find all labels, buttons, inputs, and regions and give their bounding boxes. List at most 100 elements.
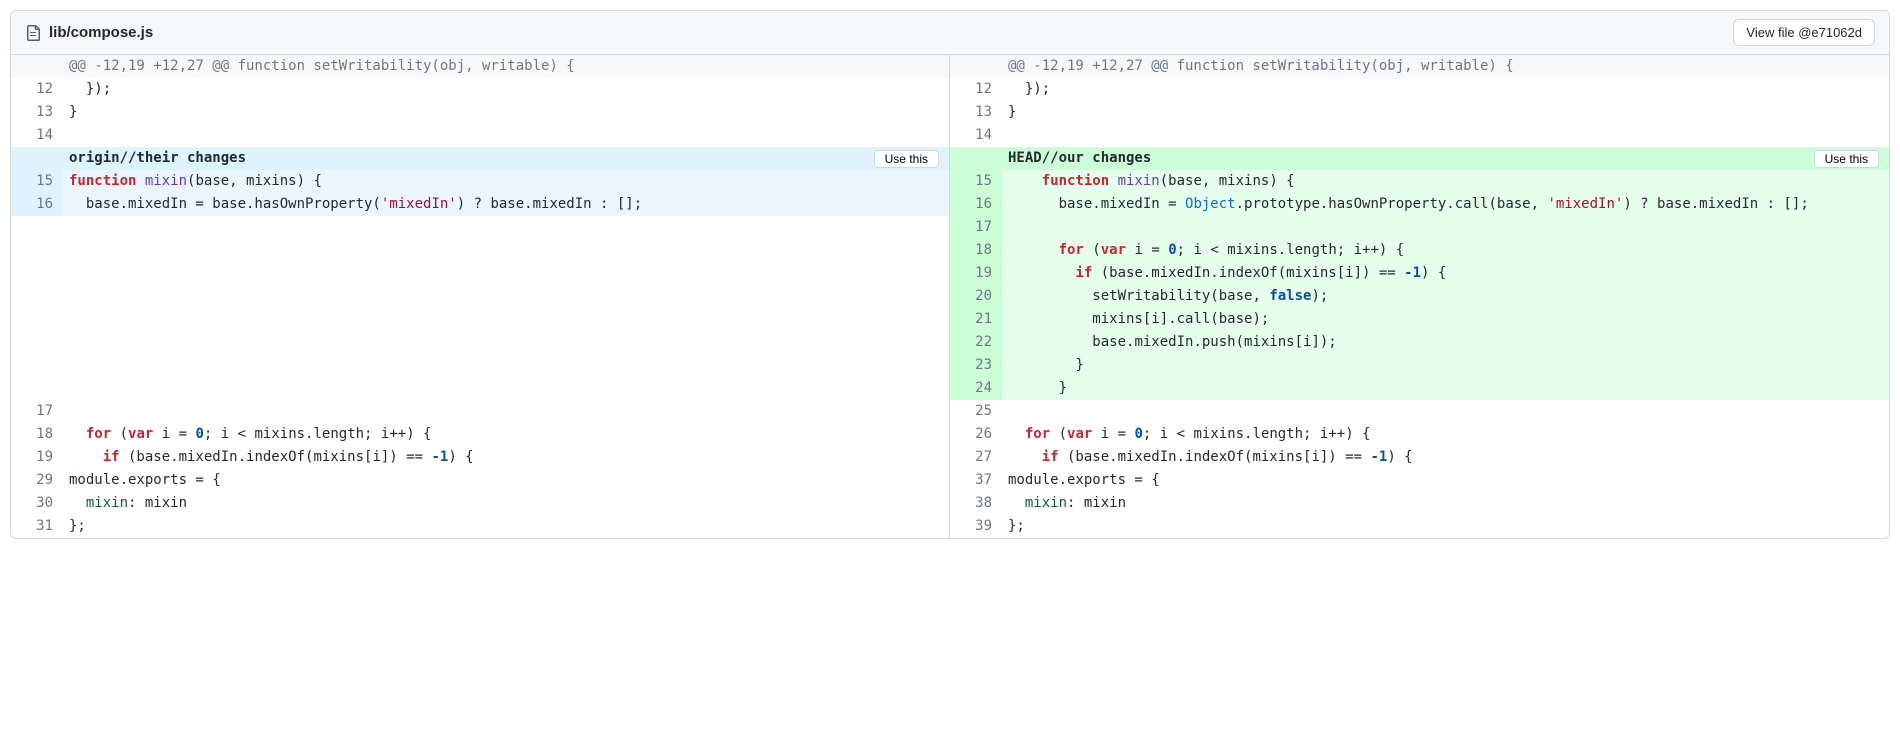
code-content: } bbox=[1002, 354, 1889, 377]
code-row: 15function mixin(base, mixins) { bbox=[11, 170, 949, 193]
code-content: function mixin(base, mixins) { bbox=[63, 170, 949, 193]
hunk-header: @@ -12,19 +12,27 @@ function setWritabil… bbox=[950, 55, 1889, 78]
line-number bbox=[11, 354, 63, 377]
code-row: 22 base.mixedIn.push(mixins[i]); bbox=[950, 331, 1889, 354]
code-content: if (base.mixedIn.indexOf(mixins[i]) == -… bbox=[1002, 262, 1889, 285]
code-content: if (base.mixedIn.indexOf(mixins[i]) == -… bbox=[1002, 446, 1889, 469]
view-file-button[interactable]: View file @e71062d bbox=[1733, 19, 1875, 46]
code-content bbox=[63, 308, 949, 331]
diff-side-left: @@ -12,19 +12,27 @@ function setWritabil… bbox=[11, 55, 950, 538]
line-number: 20 bbox=[950, 285, 1002, 308]
line-number: 39 bbox=[950, 515, 1002, 538]
code-content: setWritability(base, false); bbox=[1002, 285, 1889, 308]
line-number: 16 bbox=[950, 193, 1002, 216]
code-row bbox=[11, 262, 949, 285]
code-content bbox=[1002, 216, 1889, 239]
code-row: 37module.exports = { bbox=[950, 469, 1889, 492]
code-row bbox=[11, 377, 949, 400]
code-row: 29module.exports = { bbox=[11, 469, 949, 492]
line-number: 18 bbox=[950, 239, 1002, 262]
line-number: 15 bbox=[11, 170, 63, 193]
line-number bbox=[11, 377, 63, 400]
code-row: 30 mixin: mixin bbox=[11, 492, 949, 515]
line-number bbox=[11, 331, 63, 354]
code-row bbox=[11, 331, 949, 354]
line-number: 15 bbox=[950, 170, 1002, 193]
line-number: 12 bbox=[950, 78, 1002, 101]
code-content: if (base.mixedIn.indexOf(mixins[i]) == -… bbox=[63, 446, 949, 469]
code-content: base.mixedIn = Object.prototype.hasOwnPr… bbox=[1002, 193, 1889, 216]
line-number bbox=[11, 262, 63, 285]
line-number: 26 bbox=[950, 423, 1002, 446]
code-content: for (var i = 0; i < mixins.length; i++) … bbox=[63, 423, 949, 446]
code-row: 16 base.mixedIn = Object.prototype.hasOw… bbox=[950, 193, 1889, 216]
code-row: 27 if (base.mixedIn.indexOf(mixins[i]) =… bbox=[950, 446, 1889, 469]
file-title: lib/compose.js bbox=[25, 24, 153, 41]
code-row: 18 for (var i = 0; i < mixins.length; i+… bbox=[11, 423, 949, 446]
code-row: 31}; bbox=[11, 515, 949, 538]
line-number: 27 bbox=[950, 446, 1002, 469]
code-content: for (var i = 0; i < mixins.length; i++) … bbox=[1002, 423, 1889, 446]
line-number: 13 bbox=[950, 101, 1002, 124]
code-content: for (var i = 0; i < mixins.length; i++) … bbox=[1002, 239, 1889, 262]
conflict-marker-label: origin//their changes bbox=[69, 147, 246, 170]
line-number: 14 bbox=[950, 124, 1002, 147]
code-content: mixin: mixin bbox=[63, 492, 949, 515]
code-content: } bbox=[1002, 377, 1889, 400]
file-icon bbox=[25, 25, 41, 41]
file-header: lib/compose.js View file @e71062d bbox=[11, 11, 1889, 55]
code-content bbox=[63, 239, 949, 262]
line-number: 13 bbox=[11, 101, 63, 124]
code-content bbox=[63, 124, 949, 147]
code-content: base.mixedIn = base.hasOwnProperty('mixe… bbox=[63, 193, 949, 216]
code-content bbox=[63, 354, 949, 377]
hunk-text: @@ -12,19 +12,27 @@ function setWritabil… bbox=[63, 55, 949, 78]
conflict-marker: origin//their changes Use this bbox=[11, 147, 949, 170]
use-this-button[interactable]: Use this bbox=[1814, 150, 1879, 168]
line-number bbox=[11, 216, 63, 239]
code-row: 19 if (base.mixedIn.indexOf(mixins[i]) =… bbox=[950, 262, 1889, 285]
code-content: }); bbox=[63, 78, 949, 101]
conflict-marker: HEAD//our changes Use this bbox=[950, 147, 1889, 170]
hunk-text: @@ -12,19 +12,27 @@ function setWritabil… bbox=[1002, 55, 1889, 78]
code-row: 13} bbox=[11, 101, 949, 124]
code-row: 14 bbox=[950, 124, 1889, 147]
code-content: mixin: mixin bbox=[1002, 492, 1889, 515]
code-content: }; bbox=[63, 515, 949, 538]
line-number: 18 bbox=[11, 423, 63, 446]
conflict-marker-label: HEAD//our changes bbox=[1008, 147, 1151, 170]
line-number: 12 bbox=[11, 78, 63, 101]
code-content bbox=[63, 331, 949, 354]
line-number: 23 bbox=[950, 354, 1002, 377]
code-row: 20 setWritability(base, false); bbox=[950, 285, 1889, 308]
file-path: lib/compose.js bbox=[49, 24, 153, 41]
code-row bbox=[11, 285, 949, 308]
use-this-button[interactable]: Use this bbox=[874, 150, 939, 168]
code-row: 26 for (var i = 0; i < mixins.length; i+… bbox=[950, 423, 1889, 446]
code-content: } bbox=[1002, 101, 1889, 124]
line-number bbox=[11, 285, 63, 308]
code-row: 18 for (var i = 0; i < mixins.length; i+… bbox=[950, 239, 1889, 262]
line-number: 17 bbox=[11, 400, 63, 423]
code-row: 17 bbox=[950, 216, 1889, 239]
code-row: 13} bbox=[950, 101, 1889, 124]
hunk-header: @@ -12,19 +12,27 @@ function setWritabil… bbox=[11, 55, 949, 78]
code-row: 24 } bbox=[950, 377, 1889, 400]
line-number: 17 bbox=[950, 216, 1002, 239]
diff-container: lib/compose.js View file @e71062d @@ -12… bbox=[10, 10, 1890, 539]
line-number: 21 bbox=[950, 308, 1002, 331]
diff-side-right: @@ -12,19 +12,27 @@ function setWritabil… bbox=[950, 55, 1889, 538]
line-number: 31 bbox=[11, 515, 63, 538]
code-row: 39}; bbox=[950, 515, 1889, 538]
code-content: function mixin(base, mixins) { bbox=[1002, 170, 1889, 193]
code-content bbox=[63, 400, 949, 423]
code-row: 23 } bbox=[950, 354, 1889, 377]
code-content: module.exports = { bbox=[63, 469, 949, 492]
line-number: 22 bbox=[950, 331, 1002, 354]
line-number: 16 bbox=[11, 193, 63, 216]
code-content: }); bbox=[1002, 78, 1889, 101]
code-row: 14 bbox=[11, 124, 949, 147]
code-row bbox=[11, 354, 949, 377]
code-row bbox=[11, 216, 949, 239]
code-row bbox=[11, 239, 949, 262]
